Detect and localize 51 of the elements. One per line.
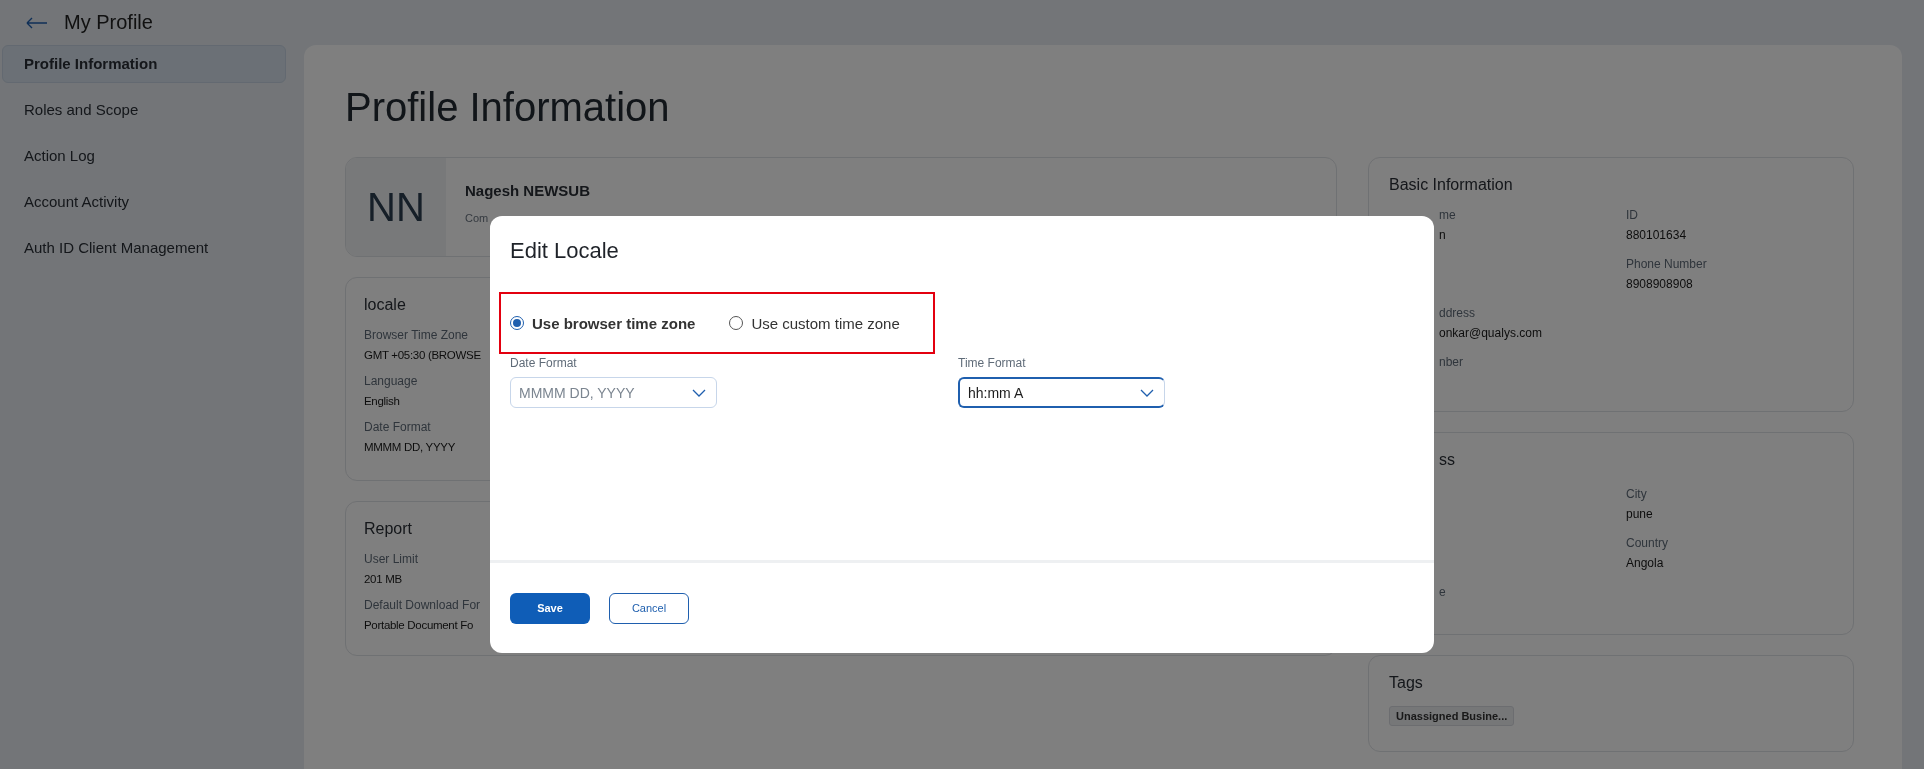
field-label: User Limit: [364, 552, 418, 567]
field-label: Country: [1626, 536, 1669, 551]
save-button[interactable]: Save: [510, 592, 590, 624]
sidebar-item[interactable]: Auth ID Client Management: [2, 229, 286, 267]
dropdown-field[interactable]: hh:mm A: [958, 377, 1165, 408]
field-label: Phone Number: [1626, 257, 1707, 272]
field-label: ID: [1626, 208, 1638, 223]
field-label: e: [1439, 585, 1446, 600]
field-value: 880101634: [1626, 228, 1687, 243]
field-label: nber: [1439, 355, 1464, 370]
field-label: Date Format: [364, 420, 431, 435]
card-title: ss: [1438, 451, 1456, 469]
field-value: English: [364, 394, 400, 409]
tag-chip: Unassigned Busine...: [1389, 706, 1515, 726]
page-title: Profile Information: [345, 85, 671, 131]
sidebar-item[interactable]: Action Log: [2, 137, 286, 175]
sidebar-item[interactable]: Profile Information: [2, 45, 286, 83]
card-title: Report: [364, 520, 414, 538]
avatar-initials: NN: [346, 158, 446, 256]
card-title: Tags: [1389, 674, 1424, 692]
field-value: n: [1439, 228, 1446, 243]
back-arrow-icon[interactable]: [26, 16, 48, 29]
field-value: 8908908908: [1626, 277, 1693, 292]
field-label: Default Download For: [364, 598, 481, 613]
field-label: Language: [364, 374, 418, 389]
field-label: Time Format: [958, 356, 1027, 370]
field-value: pune: [1626, 507, 1653, 522]
radio-option[interactable]: Use browser time zone: [510, 314, 696, 332]
sidebar-item[interactable]: Account Activity: [2, 183, 286, 221]
dropdown-field[interactable]: MMMM DD, YYYY: [510, 377, 717, 408]
field-label: Date Format: [510, 356, 578, 370]
sidebar-item[interactable]: Roles and Scope: [2, 91, 286, 129]
dialog-title: Edit Locale: [509, 237, 620, 265]
field-label: me: [1439, 208, 1456, 223]
cancel-button[interactable]: Cancel: [609, 592, 689, 624]
user-subtitle: Com: [465, 212, 489, 224]
field-value: 201 MB: [364, 572, 402, 587]
radio-option[interactable]: Use custom time zone: [729, 314, 900, 332]
field-value: Angola: [1626, 556, 1664, 571]
field-value: Portable Document Fo: [364, 618, 474, 633]
card-title: Basic Information: [1389, 176, 1514, 194]
card-title: locale: [364, 296, 407, 314]
field-label: Browser Time Zone: [364, 328, 469, 343]
field-value: GMT +05:30 (BROWSE: [364, 348, 481, 363]
field-label: ddress: [1439, 306, 1476, 321]
field-value: MMMM DD, YYYY: [364, 440, 456, 455]
user-name: Nagesh NEWSUB: [465, 182, 591, 199]
page-header-title: My Profile: [64, 11, 153, 34]
field-label: City: [1626, 487, 1647, 502]
chevron-down-icon: [692, 388, 706, 397]
chevron-down-icon: [1140, 388, 1154, 397]
